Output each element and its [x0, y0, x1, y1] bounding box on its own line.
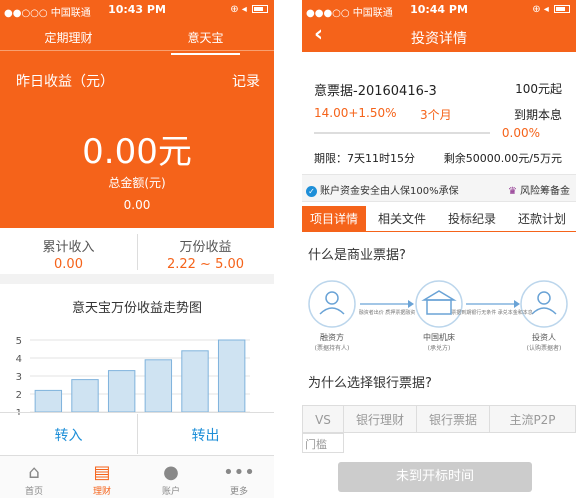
- transfer-out-button[interactable]: 转出: [137, 425, 274, 445]
- more-icon: •••: [223, 462, 255, 483]
- funding-progress-percent: 0.00%: [501, 126, 540, 140]
- total-amount-value: 0.00: [123, 198, 151, 212]
- tabbar-label: 更多: [229, 487, 248, 497]
- per-10k-yield-value: 2.22 ~ 5.00: [166, 257, 245, 272]
- flow-node-financier-sub: (票据持有人): [315, 344, 350, 352]
- flow-arrow-2-label: 票据到期银行无条件 承兑本金和本息: [451, 309, 533, 316]
- divider: [0, 412, 274, 413]
- flow-arrow-1-label: 融资者出价 质押票据融资: [359, 309, 416, 316]
- flow-node-financier: 融资方: [320, 332, 344, 342]
- amount-remaining: 剩余50000.00元/5万元: [443, 152, 562, 165]
- section-gap: [0, 274, 274, 284]
- insurance-text: 账户资金安全由人保100%承保: [320, 186, 459, 197]
- trophy-icon: ♛: [508, 186, 517, 197]
- tab-related-files[interactable]: 相关文件: [370, 206, 434, 232]
- y-tick-label: 3: [16, 372, 22, 383]
- cumulative-income-label: 累计收入: [42, 240, 95, 255]
- chart-bar: [181, 350, 209, 413]
- yesterday-earnings-amount: 0.00元: [82, 132, 192, 172]
- divider: [0, 50, 274, 51]
- y-tick-label: 5: [16, 336, 22, 347]
- flow-node-investor-sub: (认购票据者): [527, 344, 562, 352]
- y-tick-label: 2: [16, 390, 22, 401]
- tab-yitianbao[interactable]: 意天宝: [137, 29, 274, 55]
- tabbar-item-finance[interactable]: ▤ 理财: [68, 462, 136, 497]
- battery-icon: ⊕ ◂: [230, 4, 268, 15]
- commercial-paper-flow-diagram: 融资者出价 质押票据融资 票据到期银行无条件 承兑本金和本息 融资方 (票据持有…: [308, 280, 568, 352]
- status-bar: ●●●○○ 中国联通 10:44 PM ⊕ ◂: [302, 0, 576, 20]
- yield-trend-chart: 54321: [16, 336, 250, 415]
- cumulative-income: 累计收入 0.00: [0, 236, 137, 272]
- risk-reserve-text: 风险筹备金: [520, 186, 570, 197]
- transfer-in-button[interactable]: 转入: [0, 425, 137, 445]
- section-heading: 什么是商业票据?: [308, 248, 406, 263]
- page-title: 投资详情: [411, 31, 467, 47]
- chart-bar: [144, 359, 173, 413]
- battery-icon: ⊕ ◂: [532, 4, 570, 15]
- min-amount: 100元起: [515, 82, 562, 96]
- risk-reserve[interactable]: ♛ 风险筹备金: [508, 182, 570, 197]
- funding-progress-bar: [314, 132, 490, 134]
- cumulative-income-value: 0.00: [54, 257, 83, 272]
- per-10k-yield-label: 万份收益: [179, 240, 232, 255]
- tab-repayment-plan[interactable]: 还款计划: [510, 206, 574, 232]
- bottom-tab-bar: ⌂ 首页 ▤ 理财 ● 账户 ••• 更多: [0, 455, 274, 498]
- tabbar-label: 账户: [161, 487, 180, 497]
- table-row-label: 门槛: [302, 433, 344, 453]
- investment-term: 3个月: [420, 108, 452, 122]
- chart-bar: [107, 370, 136, 413]
- tabbar-label: 理财: [92, 487, 111, 497]
- product-name: 意票据-20160416-3: [314, 84, 437, 99]
- flow-node-investor: 投资人: [532, 332, 556, 342]
- y-tick-label: 4: [16, 354, 22, 365]
- table-header: 银行理财: [343, 405, 417, 433]
- screen-investment-detail: ●●●○○ 中国联通 10:44 PM ⊕ ◂ ‹ 投资详情 意票据-20160…: [302, 0, 576, 498]
- check-icon: ✓: [306, 186, 317, 197]
- total-amount-label: 总金额(元): [108, 176, 166, 190]
- flow-node-acceptor: 中国机床: [423, 332, 455, 342]
- chart-bar: [217, 339, 246, 413]
- section-heading: 为什么选择银行票据?: [308, 376, 432, 391]
- home-icon: ⌂: [28, 462, 40, 483]
- chart-title: 意天宝万份收益走势图: [71, 301, 202, 316]
- user-icon: ●: [163, 462, 179, 483]
- flow-node-acceptor-sub: (承兑方): [428, 344, 451, 352]
- tabbar-item-account[interactable]: ● 账户: [137, 462, 205, 497]
- status-bar: ●●○○○ 中国联通 10:43 PM ⊕ ◂: [0, 0, 274, 20]
- yesterday-earnings-label: 昨日收益（元）: [16, 74, 114, 90]
- product-tabs: 定期理财 意天宝: [0, 22, 274, 55]
- screen-yitianbao: ●●○○○ 中国联通 10:43 PM ⊕ ◂ 定期理财 意天宝 昨日收益（元）…: [0, 0, 274, 498]
- nav-bar: ‹ 投资详情: [302, 20, 576, 52]
- table-header: VS: [302, 405, 344, 433]
- detail-tabs: 项目详情 相关文件 投标纪录 还款计划: [302, 206, 576, 232]
- repayment-method: 到期本息: [513, 108, 562, 122]
- card-icon: ▤: [93, 462, 111, 483]
- chart-bar: [34, 389, 63, 413]
- tabbar-item-more[interactable]: ••• 更多: [205, 462, 273, 497]
- record-link[interactable]: 记录: [232, 71, 260, 91]
- time-remaining: 期限：7天11时15分: [314, 152, 415, 165]
- tabbar-label: 首页: [24, 487, 43, 497]
- insurance-note: ✓ 账户资金安全由人保100%承保: [306, 182, 459, 197]
- chart-bar: [71, 379, 99, 413]
- bid-not-open-button[interactable]: 未到开标时间: [338, 462, 532, 492]
- tabbar-item-home[interactable]: ⌂ 首页: [0, 462, 68, 497]
- table-header: 银行票据: [416, 405, 490, 433]
- table-header: 主流P2P: [489, 405, 576, 433]
- tab-fixed-finance[interactable]: 定期理财: [0, 29, 137, 46]
- annual-rate: 14.00+1.50%: [314, 106, 397, 120]
- per-10k-yield: 万份收益 2.22 ~ 5.00: [137, 236, 274, 272]
- tab-project-details[interactable]: 项目详情: [302, 206, 366, 232]
- tab-bid-records[interactable]: 投标纪录: [440, 206, 504, 232]
- security-banner: ✓ 账户资金安全由人保100%承保 ♛ 风险筹备金: [302, 174, 576, 202]
